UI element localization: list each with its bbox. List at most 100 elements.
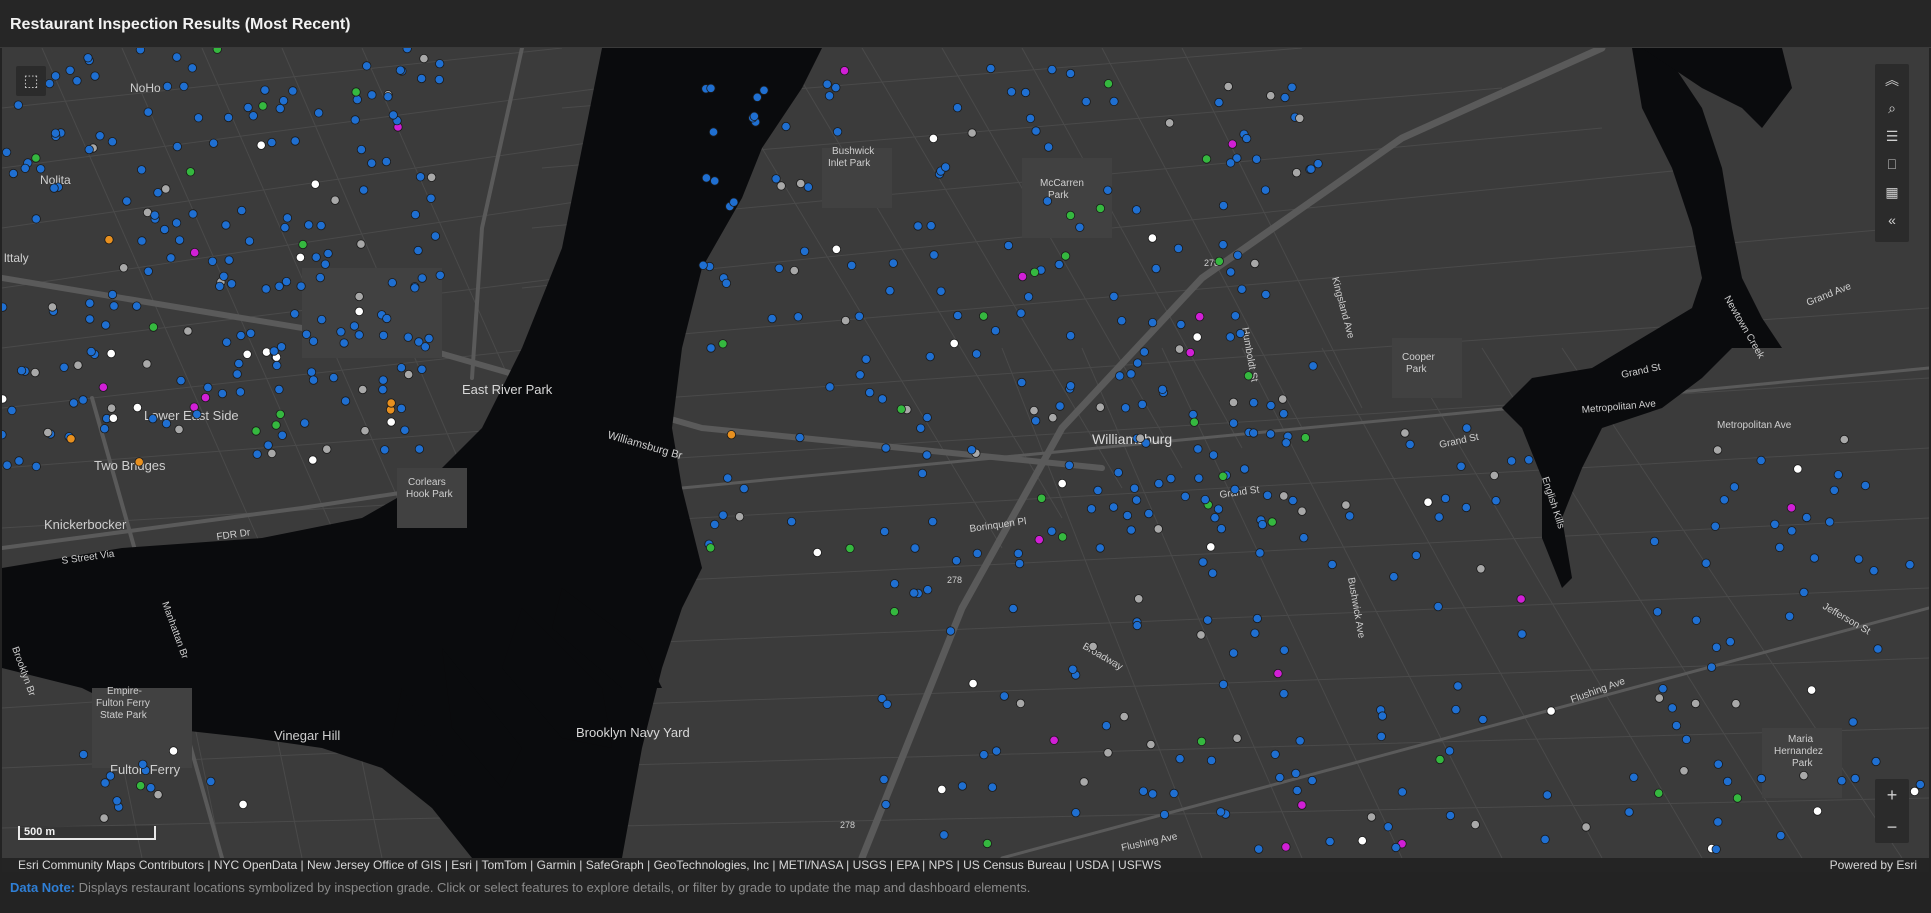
restaurant-marker[interactable] <box>1297 506 1307 516</box>
restaurant-marker[interactable] <box>108 413 119 423</box>
restaurant-marker[interactable] <box>223 112 234 123</box>
restaurant-marker[interactable] <box>1173 243 1184 253</box>
restaurant-marker[interactable] <box>403 369 414 380</box>
restaurant-marker[interactable] <box>840 315 851 326</box>
restaurant-marker[interactable] <box>822 79 832 89</box>
zoom-in-button[interactable]: + <box>1875 779 1909 811</box>
restaurant-marker[interactable] <box>1281 842 1291 852</box>
restaurant-marker[interactable] <box>1218 679 1229 690</box>
restaurant-marker[interactable] <box>825 382 835 392</box>
restaurant-marker[interactable] <box>1218 471 1228 481</box>
restaurant-marker[interactable] <box>1812 806 1823 816</box>
restaurant-marker[interactable] <box>185 167 196 177</box>
restaurant-marker[interactable] <box>928 133 939 144</box>
restaurant-marker[interactable] <box>13 100 23 110</box>
restaurant-marker[interactable] <box>1252 613 1262 624</box>
restaurant-marker[interactable] <box>1134 594 1144 604</box>
restaurant-marker[interactable] <box>1023 292 1034 302</box>
restaurant-marker[interactable] <box>1113 467 1123 478</box>
restaurant-marker[interactable] <box>98 382 108 392</box>
restaurant-marker[interactable] <box>1210 513 1220 523</box>
restaurant-marker[interactable] <box>824 91 835 101</box>
restaurant-marker[interactable] <box>1138 786 1149 796</box>
restaurant-marker[interactable] <box>242 349 252 359</box>
restaurant-marker[interactable] <box>132 301 142 311</box>
restaurant-marker[interactable] <box>251 426 261 436</box>
restaurant-marker[interactable] <box>1016 308 1026 318</box>
restaurant-marker[interactable] <box>1433 601 1443 612</box>
restaurant-marker[interactable] <box>1411 550 1421 560</box>
restaurant-marker[interactable] <box>417 273 427 283</box>
restaurant-marker[interactable] <box>354 306 364 316</box>
restaurant-marker[interactable] <box>1383 822 1393 832</box>
restaurant-marker[interactable] <box>1214 97 1224 108</box>
restaurant-marker[interactable] <box>1139 347 1149 357</box>
restaurant-marker[interactable] <box>256 140 266 150</box>
restaurant-marker[interactable] <box>426 193 436 203</box>
restaurant-marker[interactable] <box>1176 319 1186 330</box>
restaurant-marker[interactable] <box>73 360 83 370</box>
restaurant-marker[interactable] <box>803 182 813 192</box>
restaurant-marker[interactable] <box>1075 222 1085 232</box>
restaurant-marker[interactable] <box>203 382 213 392</box>
restaurant-marker[interactable] <box>1434 512 1444 522</box>
restaurant-marker[interactable] <box>1829 485 1839 495</box>
restaurant-marker[interactable] <box>1679 766 1689 776</box>
restaurant-marker[interactable] <box>1048 413 1058 423</box>
restaurant-marker[interactable] <box>1366 812 1377 822</box>
restaurant-marker[interactable] <box>1445 746 1455 756</box>
restaurant-marker[interactable] <box>1137 399 1147 409</box>
restaurant-marker[interactable] <box>1270 749 1280 759</box>
restaurant-marker[interactable] <box>174 424 184 434</box>
restaurant-marker[interactable] <box>1206 542 1216 552</box>
restaurant-marker[interactable] <box>1095 543 1105 553</box>
restaurant-marker[interactable] <box>336 327 346 337</box>
restaurant-marker[interactable] <box>1376 731 1386 742</box>
restaurant-marker[interactable] <box>351 87 361 97</box>
restaurant-marker[interactable] <box>1300 433 1311 443</box>
bookmarks-button[interactable]: ⎕ <box>1875 150 1909 178</box>
restaurant-marker[interactable] <box>272 360 282 370</box>
restaurant-marker[interactable] <box>95 131 105 141</box>
restaurant-marker[interactable] <box>72 76 82 86</box>
restaurant-marker[interactable] <box>258 101 268 111</box>
restaurant-marker[interactable] <box>281 277 292 287</box>
restaurant-marker[interactable] <box>1255 548 1265 558</box>
restaurant-marker[interactable] <box>261 347 272 357</box>
restaurant-marker[interactable] <box>224 255 234 265</box>
restaurant-marker[interactable] <box>1423 497 1433 507</box>
restaurant-marker[interactable] <box>795 432 805 443</box>
restaurant-marker[interactable] <box>1103 748 1113 758</box>
restaurant-marker[interactable] <box>698 260 708 270</box>
restaurant-marker[interactable] <box>1229 648 1239 658</box>
restaurant-marker[interactable] <box>1197 736 1207 747</box>
restaurant-marker[interactable] <box>1079 777 1089 787</box>
restaurant-marker[interactable] <box>1146 739 1156 750</box>
restaurant-marker[interactable] <box>1042 196 1053 206</box>
restaurant-marker[interactable] <box>752 92 762 102</box>
restaurant-marker[interactable] <box>1103 79 1114 89</box>
restaurant-marker[interactable] <box>100 778 110 788</box>
restaurant-marker[interactable] <box>1175 754 1185 764</box>
restaurant-marker[interactable] <box>1287 82 1297 92</box>
restaurant-marker[interactable] <box>301 329 312 339</box>
restaurant-marker[interactable] <box>1807 685 1817 695</box>
restaurant-marker[interactable] <box>749 111 759 121</box>
restaurant-marker[interactable] <box>1144 508 1154 519</box>
restaurant-marker[interactable] <box>1188 409 1198 420</box>
restaurant-marker[interactable] <box>31 214 41 224</box>
restaurant-marker[interactable] <box>1065 68 1076 79</box>
restaurant-marker[interactable] <box>1701 558 1711 568</box>
restaurant-marker[interactable] <box>1064 460 1074 470</box>
restaurant-marker[interactable] <box>1848 717 1858 727</box>
restaurant-marker[interactable] <box>142 359 152 369</box>
restaurant-marker[interactable] <box>1066 381 1076 391</box>
restaurant-marker[interactable] <box>315 273 325 283</box>
restaurant-marker[interactable] <box>1629 772 1639 782</box>
restaurant-marker[interactable] <box>1785 611 1795 621</box>
restaurant-marker[interactable] <box>1667 703 1677 713</box>
restaurant-marker[interactable] <box>106 348 116 359</box>
restaurant-marker[interactable] <box>1068 664 1078 674</box>
restaurant-marker[interactable] <box>781 121 791 132</box>
powered-by-esri[interactable]: Powered by Esri <box>1830 858 1917 872</box>
